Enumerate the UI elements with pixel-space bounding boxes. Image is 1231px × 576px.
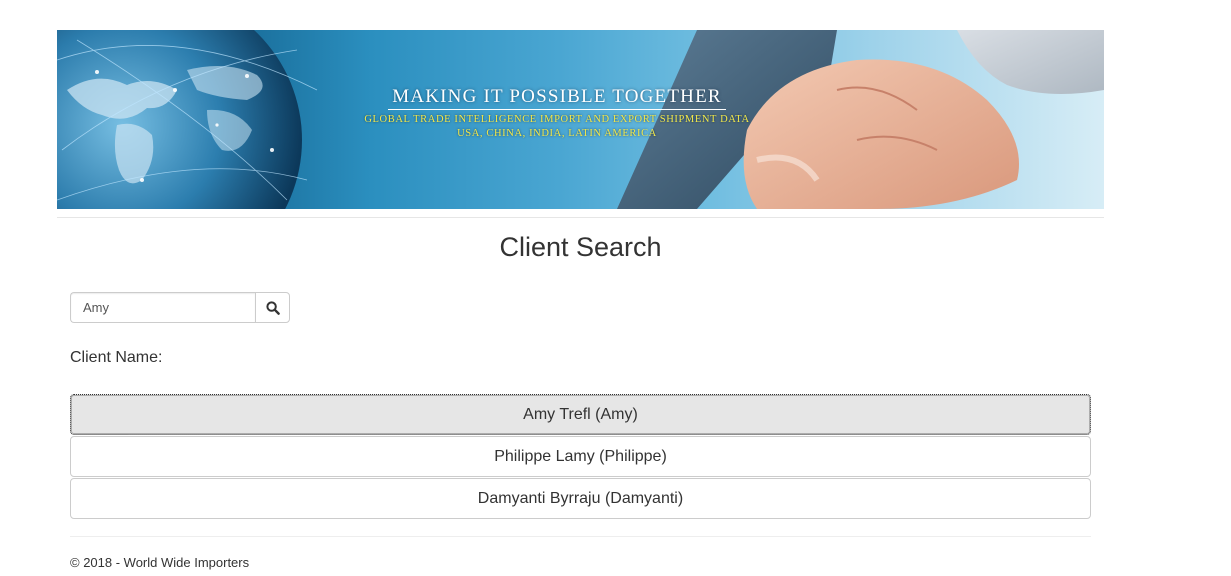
- page: MAKING IT POSSIBLE TOGETHER GLOBAL TRADE…: [0, 0, 1231, 576]
- search-icon: [265, 300, 280, 315]
- client-result-item[interactable]: Amy Trefl (Amy): [70, 394, 1091, 435]
- footer-divider: [70, 536, 1091, 537]
- banner-text: MAKING IT POSSIBLE TOGETHER GLOBAL TRADE…: [287, 86, 827, 139]
- search-group: [70, 292, 290, 323]
- banner-regions: USA, CHINA, INDIA, LATIN AMERICA: [457, 128, 657, 139]
- header-banner: MAKING IT POSSIBLE TOGETHER GLOBAL TRADE…: [57, 30, 1104, 209]
- client-result-item[interactable]: Philippe Lamy (Philippe): [70, 436, 1091, 477]
- client-result-item[interactable]: Damyanti Byrraju (Damyanti): [70, 478, 1091, 519]
- banner-title: MAKING IT POSSIBLE TOGETHER: [388, 86, 726, 110]
- search-button[interactable]: [255, 292, 290, 323]
- header-divider: [57, 217, 1104, 218]
- banner-subtitle: GLOBAL TRADE INTELLIGENCE IMPORT AND EXP…: [364, 114, 750, 125]
- client-results-list: Amy Trefl (Amy) Philippe Lamy (Philippe)…: [70, 394, 1091, 520]
- footer-copyright: © 2018 - World Wide Importers: [70, 555, 250, 570]
- search-input[interactable]: [70, 292, 255, 323]
- client-name-label: Client Name:: [70, 349, 163, 366]
- page-title: Client Search: [499, 232, 662, 262]
- globe-graphic: [57, 30, 302, 209]
